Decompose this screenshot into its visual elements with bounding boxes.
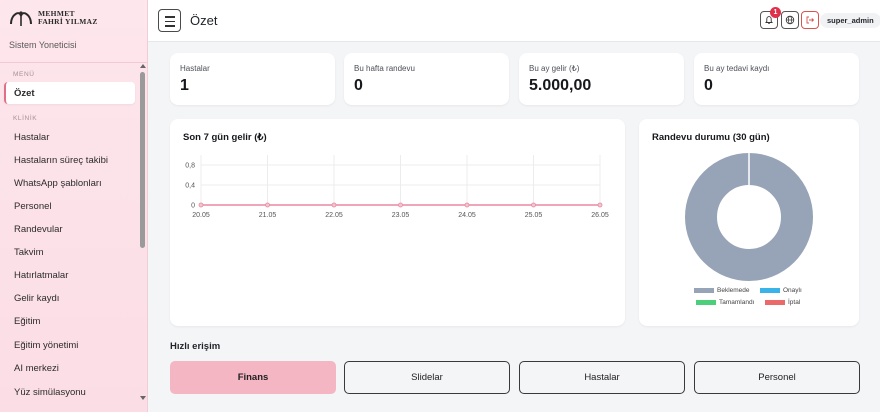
- stat-value: 0: [354, 77, 363, 94]
- sidebar-item-takvim[interactable]: Takvim: [4, 241, 135, 263]
- y-tick-label: 0,4: [185, 183, 195, 190]
- data-point: [398, 202, 403, 208]
- stat-value: 1: [180, 77, 189, 94]
- x-tick-label: 21.05: [259, 212, 277, 219]
- sidebar-item-egitim[interactable]: Eğitim: [4, 310, 135, 332]
- legend-swatch: [765, 300, 785, 305]
- menu-toggle-button[interactable]: [158, 9, 181, 32]
- brand-line-2: FAHRİ YILMAZ: [38, 17, 98, 26]
- quick-personel-button[interactable]: Personel: [694, 361, 860, 394]
- appointment-donut-chart: [685, 153, 813, 281]
- section-label-menu: MENÜ: [13, 71, 35, 78]
- logout-icon: [806, 16, 815, 24]
- stat-card-randevu: Bu hafta randevu 0: [344, 53, 509, 105]
- sidebar-item-hastalar[interactable]: Hastalar: [4, 126, 135, 148]
- page-title: Özet: [190, 13, 218, 28]
- stat-label: Bu ay tedavi kaydı: [704, 64, 770, 73]
- user-menu[interactable]: super_admin: [820, 13, 880, 28]
- revenue-chart-card: Son 7 gün gelir (₺) 0 0,4 0,8 20.05 21.05 22.…: [170, 119, 625, 326]
- stat-card-tedavi: Bu ay tedavi kaydı 0: [694, 53, 859, 105]
- y-tick-label: 0: [191, 203, 195, 210]
- stat-card-hastalar: Hastalar 1: [170, 53, 335, 105]
- hamburger-icon-line: [165, 25, 175, 27]
- sidebar-item-surec-takibi[interactable]: Hastaların süreç takibi: [4, 149, 135, 171]
- legend-item[interactable]: Tamamlandı: [696, 299, 754, 306]
- user-role: Sistem Yoneticisi: [9, 40, 77, 50]
- legend-item[interactable]: Onaylı: [760, 287, 802, 294]
- sidebar-item-hatirlatmalar[interactable]: Hatırlatmalar: [4, 264, 135, 286]
- notifications-button[interactable]: 1: [760, 7, 781, 29]
- revenue-line-chart: 0 0,4 0,8 20.05 21.05 22.05 23.05 24.05 25.05 26.…: [185, 155, 609, 219]
- x-tick-label: 23.05: [392, 212, 410, 219]
- data-point: [198, 202, 204, 208]
- notification-badge: 1: [770, 7, 781, 18]
- data-point: [464, 202, 470, 208]
- stat-value: 5.000,00: [529, 77, 592, 94]
- x-tick-label: 22.05: [325, 212, 343, 219]
- scroll-down-icon[interactable]: [140, 396, 146, 400]
- data-point: [331, 202, 337, 208]
- sidebar-item-egitim-yonetimi[interactable]: Eğitim yönetimi: [4, 334, 135, 356]
- hamburger-icon: [165, 16, 175, 18]
- sidebar-item-ai-merkezi[interactable]: AI merkezi: [4, 357, 135, 379]
- x-tick-label: 26.05: [591, 212, 609, 219]
- language-button[interactable]: [781, 11, 799, 29]
- appointment-status-card: Randevu durumu (30 gün) Beklemede Onaylı…: [639, 119, 859, 326]
- sidebar: MEHMET FAHRİ YILMAZ Sistem Yoneticisi ME…: [0, 0, 148, 412]
- scrollbar-thumb[interactable]: [140, 72, 145, 248]
- sidebar-item-randevular[interactable]: Randevular: [4, 218, 135, 240]
- chart-title: Randevu durumu (30 gün): [652, 132, 770, 143]
- logo-icon: [10, 11, 32, 26]
- stat-label: Bu hafta randevu: [354, 64, 415, 73]
- stat-label: Bu ay gelir (₺): [529, 64, 580, 73]
- legend-label: Tamamlandı: [719, 299, 755, 306]
- x-tick-label: 20.05: [192, 212, 210, 219]
- quick-slidelar-button[interactable]: Slidelar: [344, 361, 510, 394]
- brand-name: MEHMET FAHRİ YILMAZ: [38, 10, 98, 26]
- scroll-up-icon[interactable]: [140, 64, 146, 68]
- quick-finans-button[interactable]: Finans: [170, 361, 336, 394]
- y-tick-label: 0,8: [185, 163, 195, 170]
- quick-hastalar-button[interactable]: Hastalar: [519, 361, 685, 394]
- hamburger-icon-line: [165, 20, 175, 22]
- chart-title: Son 7 gün gelir (₺): [183, 132, 267, 143]
- sidebar-item-personel[interactable]: Personel: [4, 195, 135, 217]
- data-point: [531, 202, 536, 208]
- section-label-klinik: KLİNİK: [13, 115, 38, 122]
- sidebar-item-ozet[interactable]: Özet: [4, 82, 135, 104]
- sidebar-scrollbar[interactable]: [140, 62, 146, 402]
- legend-swatch: [760, 288, 780, 293]
- data-point: [597, 202, 603, 208]
- brand: MEHMET FAHRİ YILMAZ: [0, 0, 147, 36]
- legend-label: Onaylı: [783, 287, 802, 294]
- x-tick-label: 25.05: [525, 212, 543, 219]
- x-tick-label: 24.05: [458, 212, 476, 219]
- legend-swatch: [696, 300, 716, 305]
- topbar: Özet 1 super_admin: [148, 0, 880, 42]
- legend-item[interactable]: Beklemede: [694, 287, 750, 294]
- legend-item[interactable]: İptal: [765, 299, 800, 306]
- stat-label: Hastalar: [180, 64, 210, 73]
- stat-value: 0: [704, 77, 713, 94]
- sidebar-divider: [0, 62, 147, 63]
- legend-label: İptal: [788, 299, 801, 306]
- quick-access-title: Hızlı erişim: [170, 341, 221, 352]
- globe-icon: [785, 15, 795, 25]
- logout-button[interactable]: [801, 11, 819, 29]
- sidebar-item-yuz-simulasyonu[interactable]: Yüz simülasyonu: [4, 381, 135, 403]
- sidebar-item-whatsapp[interactable]: WhatsApp şablonları: [4, 172, 135, 194]
- stat-card-gelir: Bu ay gelir (₺) 5.000,00: [519, 53, 684, 105]
- legend-label: Beklemede: [717, 287, 750, 294]
- legend-swatch: [694, 288, 714, 293]
- data-point: [265, 202, 270, 208]
- sidebar-item-gelir-kaydi[interactable]: Gelir kaydı: [4, 287, 135, 309]
